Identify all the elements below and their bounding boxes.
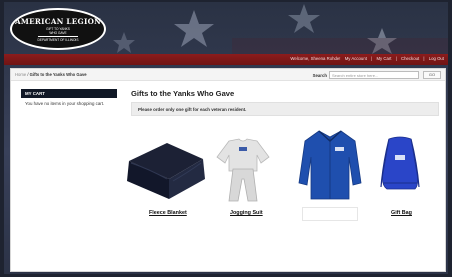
jacket-image[interactable] (297, 127, 363, 203)
search-go-button[interactable]: GO (423, 71, 441, 79)
product-link-gift-bag[interactable]: Gift Bag (391, 210, 412, 216)
product-link-fleece-blanket[interactable]: Fleece Blanket (149, 210, 187, 216)
gift-bag-image[interactable] (375, 133, 425, 195)
product-link-jogging-suit[interactable]: Jogging Suit (230, 210, 263, 216)
link-separator: | (395, 56, 397, 61)
checkout-link[interactable]: Checkout (401, 56, 419, 61)
page-content: Home / Gifts to the Yanks Who Gave Searc… (10, 68, 446, 272)
header-bar: Welcome, Sheena Rohde! My Account | My C… (4, 54, 448, 65)
logo-subtitle: GIFT TO YANKS WHO GAVE (46, 27, 70, 35)
main-content: Gifts to the Yanks Who Gave Please order… (131, 89, 441, 116)
order-notice: Please order only one gift for each vete… (131, 102, 439, 116)
breadcrumb-row: Home / Gifts to the Yanks Who Gave Searc… (11, 69, 445, 81)
log-out-link[interactable]: Log Out (429, 56, 444, 61)
logo-department: DEPARTMENT OF ILLINOIS (37, 35, 79, 42)
browser-window: AMERICAN LEGION GIFT TO YANKS WHO GAVE D… (4, 2, 448, 274)
american-legion-logo[interactable]: AMERICAN LEGION GIFT TO YANKS WHO GAVE D… (10, 8, 106, 50)
blanket-image[interactable] (123, 139, 207, 203)
product-link-jacket[interactable] (302, 207, 358, 221)
jogging-suit-image[interactable] (213, 135, 273, 205)
logo-title: AMERICAN LEGION (14, 16, 102, 26)
search-label: Search (312, 72, 327, 78)
logo-subtitle-line-1: GIFT TO YANKS (46, 26, 70, 31)
breadcrumb-current: Gifts to the Yanks Who Gave (29, 72, 87, 77)
my-cart-link[interactable]: My Cart (376, 56, 391, 61)
search-form: Search Search entire store here... GO (313, 71, 441, 79)
cart-empty-message: You have no items in your shopping cart. (25, 101, 105, 106)
breadcrumb-home-link[interactable]: Home (15, 72, 26, 77)
link-separator: | (371, 56, 373, 61)
header-links: Welcome, Sheena Rohde! My Account | My C… (287, 56, 444, 61)
sidebar: MY CART You have no items in your shoppi… (21, 89, 117, 110)
my-account-link[interactable]: My Account (345, 56, 367, 61)
breadcrumb: Home / Gifts to the Yanks Who Gave (15, 72, 87, 77)
my-cart-heading: MY CART (21, 89, 117, 98)
link-separator: | (423, 56, 425, 61)
page-title: Gifts to the Yanks Who Gave (131, 89, 235, 98)
logo-subtitle-line-2: WHO GAVE (49, 30, 67, 35)
search-input[interactable]: Search entire store here... (329, 71, 419, 79)
welcome-text: Welcome, Sheena Rohde! (290, 56, 341, 61)
